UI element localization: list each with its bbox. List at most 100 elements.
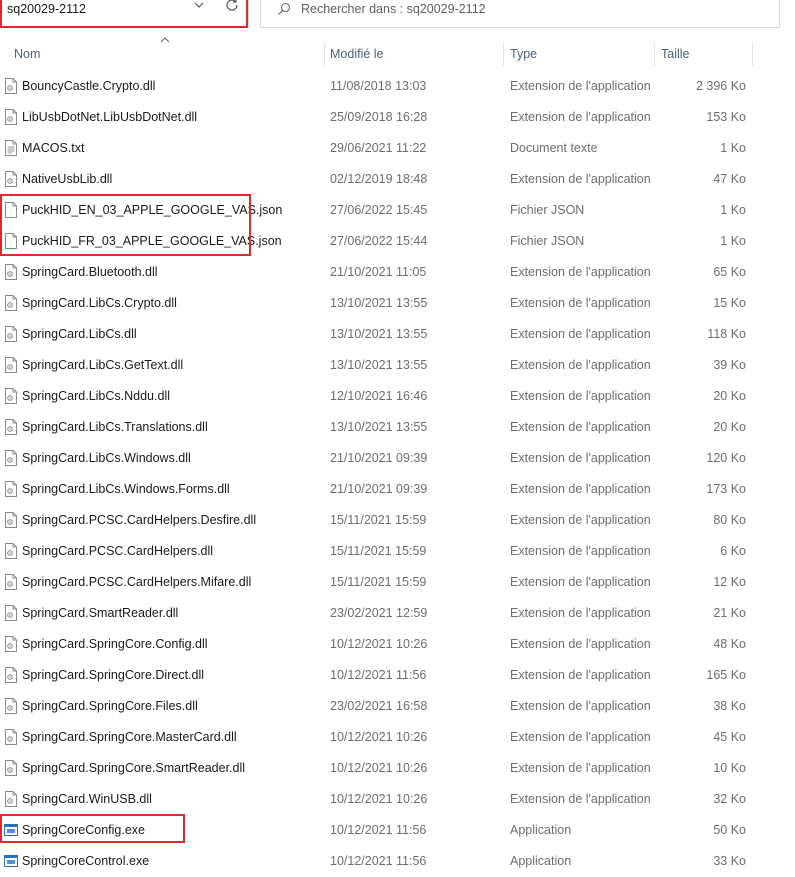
- column-divider[interactable]: [324, 42, 325, 66]
- file-type: Extension de l'application: [510, 761, 651, 775]
- chevron-down-icon[interactable]: [193, 0, 205, 11]
- file-type: Extension de l'application: [510, 513, 651, 527]
- file-row[interactable]: MACOS.txt 29/06/2021 11:22 Document texte 1…: [0, 132, 760, 163]
- file-type: Extension de l'application: [510, 389, 651, 403]
- file-size: 1 Ko: [720, 203, 746, 217]
- file-name: SpringCard.PCSC.CardHelpers.dll: [22, 544, 214, 558]
- vertical-scrollbar[interactable]: [782, 38, 795, 877]
- file-size: 65 Ko: [713, 265, 746, 279]
- file-name: SpringCoreControl.exe: [22, 854, 150, 868]
- file-size: 118 Ko: [707, 327, 746, 341]
- file-row[interactable]: SpringCoreConfig.exe 10/12/2021 11:56 Appl…: [0, 814, 760, 845]
- file-size: 32 Ko: [713, 792, 746, 806]
- file-row[interactable]: SpringCard.PCSC.CardHelpers.Desfire.dll 1…: [0, 504, 760, 535]
- file-row[interactable]: SpringCard.LibCs.Windows.dll 21/10/2021 0…: [0, 442, 760, 473]
- dll-file-icon: [4, 264, 18, 280]
- file-modified-date: 29/06/2021 11:22: [330, 141, 427, 155]
- file-name: SpringCard.Bluetooth.dll: [22, 265, 158, 279]
- file-row[interactable]: BouncyCastle.Crypto.dll 11/08/2018 13:03 E…: [0, 70, 760, 101]
- dll-file-icon: [4, 543, 18, 559]
- file-row[interactable]: SpringCard.SpringCore.MasterCard.dll 10/1…: [0, 721, 760, 752]
- file-row[interactable]: LibUsbDotNet.LibUsbDotNet.dll 25/09/2018 …: [0, 101, 760, 132]
- file-row[interactable]: SpringCard.SmartReader.dll 23/02/2021 12:…: [0, 597, 760, 628]
- file-size: 45 Ko: [713, 730, 746, 744]
- file-row[interactable]: SpringCard.Bluetooth.dll 21/10/2021 11:05…: [0, 256, 760, 287]
- column-divider[interactable]: [752, 42, 753, 66]
- file-type: Extension de l'application: [510, 327, 651, 341]
- file-size: 80 Ko: [713, 513, 746, 527]
- search-box[interactable]: [260, 0, 780, 28]
- file-modified-date: 25/09/2018 16:28: [330, 110, 428, 124]
- file-row[interactable]: SpringCard.SpringCore.Direct.dll 10/12/20…: [0, 659, 760, 690]
- file-row[interactable]: NativeUsbLib.dll 02/12/2019 18:48 Extensio…: [0, 163, 760, 194]
- search-input[interactable]: [301, 0, 761, 18]
- file-name: SpringCard.LibCs.Nddu.dll: [22, 389, 170, 403]
- file-name: SpringCard.LibCs.dll: [22, 327, 137, 341]
- file-size: 38 Ko: [713, 699, 746, 713]
- file-modified-date: 13/10/2021 13:55: [330, 358, 428, 372]
- file-row[interactable]: SpringCard.PCSC.CardHelpers.dll 15/11/202…: [0, 535, 760, 566]
- file-row[interactable]: SpringCard.LibCs.Crypto.dll 13/10/2021 13…: [0, 287, 760, 318]
- dll-file-icon: [4, 605, 18, 621]
- file-size: 50 Ko: [713, 823, 746, 837]
- file-name: SpringCard.PCSC.CardHelpers.Mifare.dll: [22, 575, 252, 589]
- file-type: Extension de l'application: [510, 668, 651, 682]
- column-name[interactable]: Nom: [14, 38, 314, 68]
- file-row[interactable]: PuckHID_FR_03_APPLE_GOOGLE_VAS.json 27/06…: [0, 225, 760, 256]
- file-type: Extension de l'application: [510, 575, 651, 589]
- file-name: PuckHID_EN_03_APPLE_GOOGLE_VAS.json: [22, 203, 283, 217]
- file-row[interactable]: SpringCard.LibCs.Translations.dll 13/10/2…: [0, 411, 760, 442]
- file-modified-date: 27/06/2022 15:44: [330, 234, 428, 248]
- file-row[interactable]: SpringCard.LibCs.GetText.dll 13/10/2021 1…: [0, 349, 760, 380]
- file-name: MACOS.txt: [22, 141, 85, 155]
- file-row[interactable]: SpringCard.WinUSB.dll 10/12/2021 10:26 Ext…: [0, 783, 760, 814]
- file-size: 47 Ko: [713, 172, 746, 186]
- column-type[interactable]: Type: [510, 38, 650, 68]
- file-size: 33 Ko: [713, 854, 746, 868]
- dll-file-icon: [4, 419, 18, 435]
- file-size: 2 396 Ko: [695, 79, 746, 93]
- file-name: SpringCard.WinUSB.dll: [22, 792, 152, 806]
- file-size: 173 Ko: [706, 482, 746, 496]
- column-size[interactable]: Taille: [661, 38, 751, 68]
- address-path[interactable]: sq20029-2112: [7, 2, 86, 16]
- application-exe-icon: [4, 822, 18, 838]
- file-modified-date: 10/12/2021 10:26: [330, 730, 428, 744]
- dll-file-icon: [4, 791, 18, 807]
- top-bar: sq20029-2112: [0, 0, 795, 34]
- file-row[interactable]: PuckHID_EN_03_APPLE_GOOGLE_VAS.json 27/06…: [0, 194, 760, 225]
- file-row[interactable]: SpringCard.SpringCore.Config.dll 10/12/20…: [0, 628, 760, 659]
- file-size: 15 Ko: [713, 296, 746, 310]
- file-row[interactable]: SpringCard.SpringCore.Files.dll 23/02/202…: [0, 690, 760, 721]
- file-size: 20 Ko: [713, 389, 746, 403]
- json-file-icon: [4, 202, 18, 218]
- file-row[interactable]: SpringCard.PCSC.CardHelpers.Mifare.dll 15…: [0, 566, 760, 597]
- column-modified[interactable]: Modifié le: [330, 38, 500, 68]
- column-divider[interactable]: [503, 42, 504, 66]
- file-row[interactable]: SpringCard.LibCs.dll 13/10/2021 13:55 Exte…: [0, 318, 760, 349]
- file-size: 20 Ko: [713, 420, 746, 434]
- file-type: Fichier JSON: [510, 203, 585, 217]
- refresh-icon[interactable]: [224, 0, 240, 13]
- file-name: PuckHID_FR_03_APPLE_GOOGLE_VAS.json: [22, 234, 282, 248]
- file-list: BouncyCastle.Crypto.dll 11/08/2018 13:03 E…: [0, 70, 760, 876]
- file-type: Extension de l'application: [510, 79, 651, 93]
- file-row[interactable]: SpringCard.LibCs.Windows.Forms.dll 21/10/…: [0, 473, 760, 504]
- dll-file-icon: [4, 512, 18, 528]
- file-size: 48 Ko: [713, 637, 746, 651]
- file-name: SpringCard.LibCs.Windows.Forms.dll: [22, 482, 230, 496]
- file-size: 1 Ko: [720, 141, 746, 155]
- file-modified-date: 15/11/2021 15:59: [330, 513, 427, 527]
- file-modified-date: 10/12/2021 11:56: [330, 668, 427, 682]
- address-bar[interactable]: sq20029-2112: [0, 0, 249, 28]
- file-name: SpringCard.SpringCore.MasterCard.dll: [22, 730, 237, 744]
- file-row[interactable]: SpringCard.SpringCore.SmartReader.dll 10/…: [0, 752, 760, 783]
- column-divider[interactable]: [654, 42, 655, 66]
- file-size: 39 Ko: [713, 358, 746, 372]
- file-modified-date: 10/12/2021 10:26: [330, 792, 428, 806]
- file-type: Extension de l'application: [510, 544, 651, 558]
- file-type: Extension de l'application: [510, 296, 651, 310]
- file-row[interactable]: SpringCoreControl.exe 10/12/2021 11:56 App…: [0, 845, 760, 876]
- file-row[interactable]: SpringCard.LibCs.Nddu.dll 12/10/2021 16:4…: [0, 380, 760, 411]
- file-size: 12 Ko: [713, 575, 746, 589]
